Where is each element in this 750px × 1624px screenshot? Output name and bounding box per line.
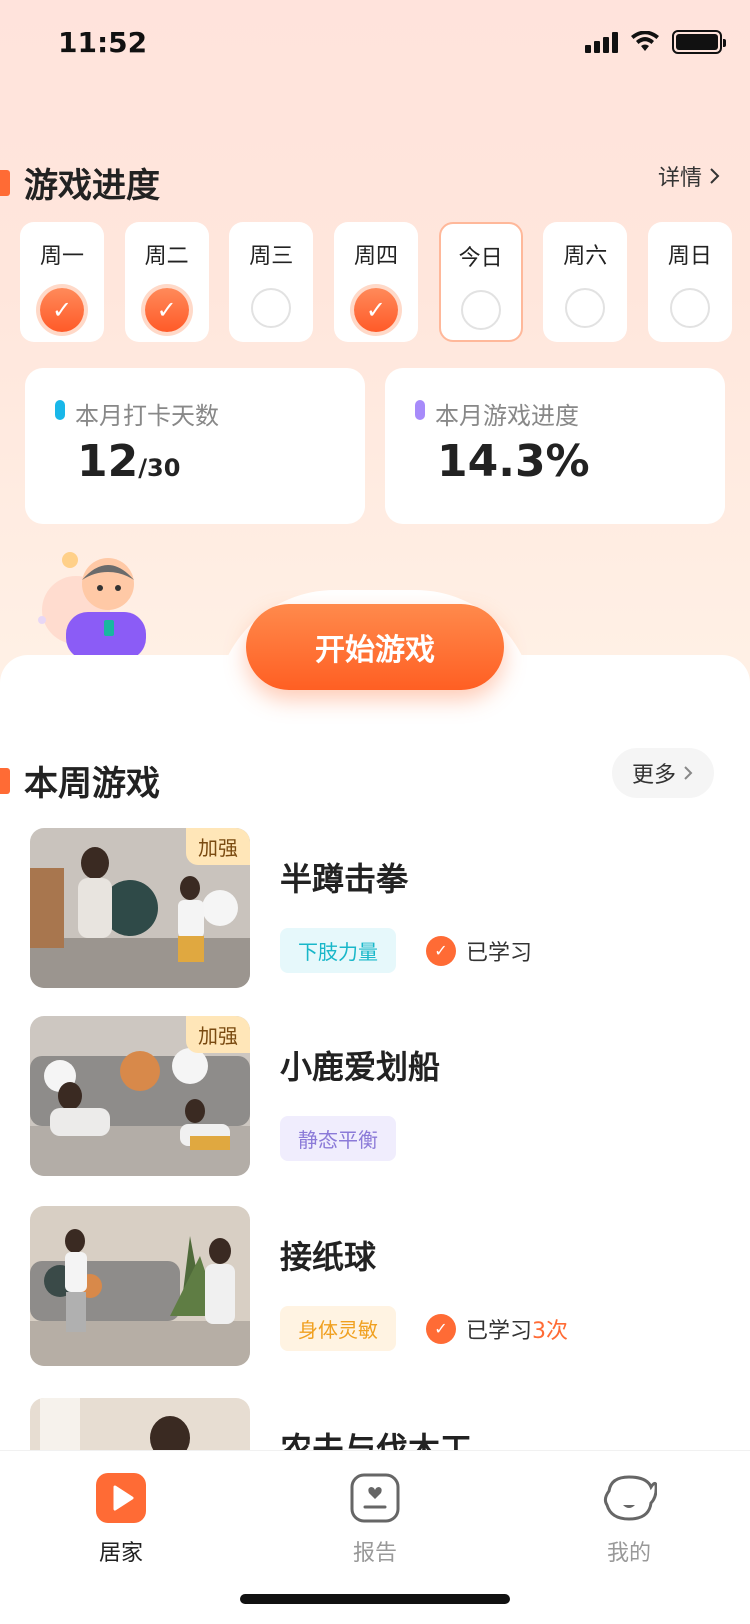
- category-tag: 身体灵敏: [280, 1306, 396, 1351]
- game-title: 接纸球: [280, 1238, 377, 1276]
- day-card-tue[interactable]: 周二 ✓: [124, 222, 209, 342]
- progress-section-header: 游戏进度: [0, 158, 160, 207]
- nav-tab-profile[interactable]: 我的: [569, 1473, 689, 1567]
- checkin-count: 12: [77, 436, 139, 487]
- unchecked-circle-icon: [460, 290, 501, 330]
- enhanced-badge: 加强: [186, 1016, 250, 1053]
- day-label: 周二: [144, 244, 189, 269]
- weekly-section-header: 本周游戏: [0, 756, 160, 805]
- learned-label: 已学习: [466, 940, 533, 966]
- chevron-right-icon: [684, 766, 693, 780]
- game-title: 半蹲击拳: [280, 860, 409, 898]
- checked-icon: ✓: [40, 288, 84, 332]
- report-icon: [350, 1473, 400, 1523]
- check-icon: ✓: [426, 1313, 456, 1344]
- unchecked-circle-icon: [565, 288, 606, 328]
- section-accent-bar: [0, 767, 10, 794]
- stat-dot: [415, 400, 425, 420]
- day-card-today[interactable]: 今日: [438, 222, 523, 342]
- checkin-value: 12/30: [77, 436, 180, 487]
- category-tag: 下肢力量: [280, 928, 396, 973]
- stat-dot: [55, 400, 65, 420]
- learned-text: 已学习: [466, 1318, 533, 1344]
- game-tags: 身体灵敏 ✓ 已学习3次: [280, 1306, 568, 1351]
- day-label: 周日: [667, 244, 712, 269]
- section-accent-bar: [0, 169, 10, 196]
- day-card-wed[interactable]: 周三: [229, 222, 314, 342]
- home-indicator: [240, 1594, 510, 1604]
- checkin-total: /30: [138, 454, 181, 482]
- enhanced-badge: 加强: [186, 828, 250, 865]
- nav-label: 报告: [352, 1541, 397, 1566]
- game-item[interactable]: 加强 小鹿爱划船 静态平衡: [30, 1016, 720, 1176]
- learned-status: ✓ 已学习3次: [426, 1313, 568, 1345]
- game-tags: 下肢力量 ✓ 已学习: [280, 928, 532, 973]
- unchecked-circle-icon: [669, 288, 710, 328]
- checkin-days-card: 本月打卡天数 12/30: [25, 368, 365, 524]
- status-bar: 11:52: [0, 0, 750, 90]
- more-button[interactable]: 更多: [611, 748, 714, 798]
- nav-tab-report[interactable]: 报告: [315, 1473, 435, 1567]
- day-label: 周六: [563, 244, 608, 269]
- status-time: 11:52: [58, 26, 148, 59]
- day-label: 周四: [353, 244, 398, 269]
- checked-icon: ✓: [144, 288, 189, 332]
- unchecked-circle-icon: [251, 288, 292, 328]
- week-days: 周一 ✓ 周二 ✓ 周三 周四 ✓ 今日 周六 周日: [20, 222, 732, 342]
- game-item[interactable]: 加强 半蹲击拳 下肢力量 ✓ 已学习: [30, 828, 720, 988]
- check-icon: ✓: [426, 935, 456, 966]
- weekly-section-title: 本周游戏: [24, 764, 160, 804]
- detail-label: 详情: [657, 166, 702, 191]
- learned-count: 3次: [532, 1318, 569, 1344]
- day-card-sun[interactable]: 周日: [647, 222, 732, 342]
- play-icon: [96, 1473, 146, 1523]
- wifi-icon: [631, 31, 659, 51]
- day-card-sat[interactable]: 周六: [543, 222, 628, 342]
- game-tags: 静态平衡: [280, 1116, 396, 1161]
- day-label: 周一: [39, 244, 84, 269]
- day-card-mon[interactable]: 周一 ✓: [20, 222, 104, 342]
- learned-label: 已学习3次: [466, 1313, 568, 1345]
- nav-label: 我的: [606, 1541, 651, 1566]
- game-thumbnail: 加强: [30, 828, 250, 988]
- nav-tab-home[interactable]: 居家: [61, 1473, 181, 1567]
- nav-label: 居家: [98, 1541, 143, 1566]
- game-progress-label: 本月游戏进度: [435, 402, 579, 430]
- chevron-right-icon: [710, 168, 720, 184]
- detail-link[interactable]: 详情: [658, 160, 722, 192]
- more-label: 更多: [631, 763, 676, 788]
- category-tag: 静态平衡: [280, 1116, 396, 1161]
- profile-icon: [603, 1475, 657, 1521]
- game-thumbnail: 加强: [30, 1016, 250, 1176]
- game-item[interactable]: 接纸球 身体灵敏 ✓ 已学习3次: [30, 1206, 720, 1366]
- start-game-button[interactable]: 开始游戏: [246, 604, 504, 690]
- battery-icon: [672, 30, 726, 54]
- game-thumbnail: [30, 1206, 250, 1366]
- status-icons: [585, 30, 726, 54]
- day-label: 周三: [249, 244, 294, 269]
- game-title: 小鹿爱划船: [280, 1048, 441, 1086]
- day-card-thu[interactable]: 周四 ✓: [333, 222, 418, 342]
- mascot-illustration: [38, 552, 146, 660]
- day-label: 今日: [458, 246, 503, 271]
- game-progress-card: 本月游戏进度 14.3%: [385, 368, 725, 524]
- game-progress-value: 14.3%: [437, 436, 590, 487]
- checkin-label: 本月打卡天数: [75, 402, 219, 430]
- progress-section-title: 游戏进度: [24, 166, 160, 206]
- signal-icon: [585, 31, 618, 53]
- checked-icon: ✓: [353, 288, 398, 332]
- learned-status: ✓ 已学习: [426, 935, 532, 967]
